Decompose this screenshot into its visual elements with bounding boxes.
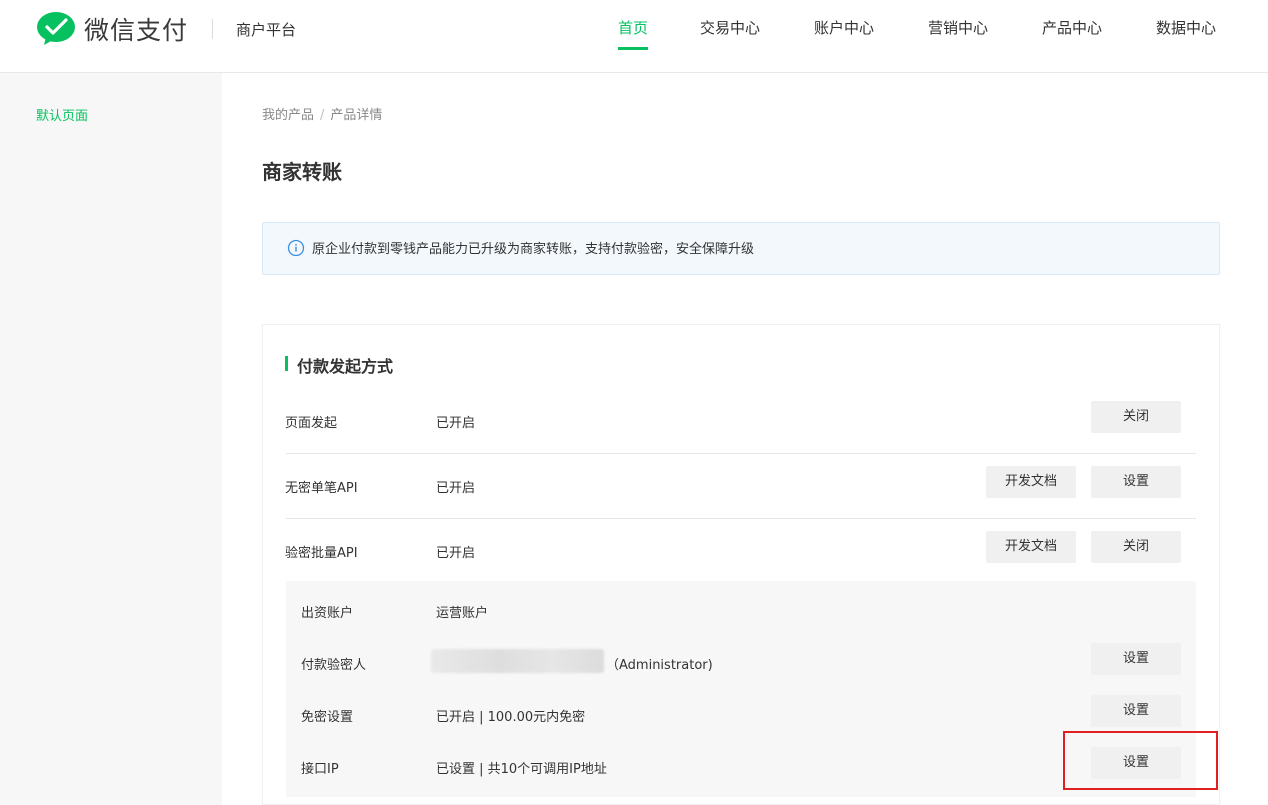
page-title: 商家转账 (262, 160, 342, 184)
row-value-page-initiate: 已开启 (436, 416, 476, 431)
section-title: 付款发起方式 (285, 353, 393, 377)
payment-verifier-settings-button[interactable]: 设置 (1091, 643, 1181, 675)
nopwd-single-api-docs-button[interactable]: 开发文档 (986, 466, 1076, 498)
row-divider (286, 518, 1196, 519)
sub-row-label-payment-verifier: 付款验密人 (301, 658, 367, 673)
nav-item-marketing-center[interactable]: 营销中心 (928, 17, 988, 38)
batch-api-detail-panel (286, 581, 1196, 797)
sidebar-item-default-page[interactable]: 默认页面 (36, 105, 88, 124)
sidebar: 默认页面 (0, 73, 222, 805)
breadcrumb: 我的产品 / 产品详情 (262, 104, 382, 123)
nopwd-single-api-settings-button[interactable]: 设置 (1091, 466, 1181, 498)
nav-item-data-center[interactable]: 数据中心 (1156, 17, 1216, 38)
nav-item-home[interactable]: 首页 (618, 17, 649, 50)
sub-row-label-funding-account: 出资账户 (301, 606, 354, 621)
row-label-page-initiate: 页面发起 (285, 416, 338, 431)
nav-item-product-center[interactable]: 产品中心 (1042, 17, 1102, 38)
breadcrumb-item-my-products[interactable]: 我的产品 (262, 108, 314, 123)
sub-row-label-api-ip: 接口IP (301, 762, 339, 777)
sub-row-value-payment-verifier: （Administrator) (606, 658, 713, 673)
sub-row-label-nopwd-settings: 免密设置 (301, 710, 354, 725)
row-label-verified-batch-api: 验密批量API (285, 546, 358, 561)
notice-text: 原企业付款到零钱产品能力已升级为商家转账，支持付款验密，安全保障升级 (312, 242, 755, 257)
nav-item-account-center[interactable]: 账户中心 (814, 17, 874, 38)
sub-row-value-api-ip: 已设置 | 共10个可调用IP地址 (436, 762, 607, 777)
row-divider (286, 453, 1196, 454)
row-value-nopwd-single-api: 已开启 (436, 481, 476, 496)
breadcrumb-separator: / (320, 108, 325, 123)
top-header: 微信支付 商户平台 首页 交易中心 账户中心 营销中心 产品中心 数据中心 (0, 0, 1268, 73)
row-value-verified-batch-api: 已开启 (436, 546, 476, 561)
highlight-annotation-box (1063, 731, 1218, 790)
row-label-nopwd-single-api: 无密单笔API (285, 481, 358, 496)
verified-batch-api-docs-button[interactable]: 开发文档 (986, 531, 1076, 563)
page-initiate-close-button[interactable]: 关闭 (1091, 401, 1181, 433)
sub-row-value-nopwd-settings: 已开启 | 100.00元内免密 (436, 710, 586, 725)
verified-batch-api-close-button[interactable]: 关闭 (1091, 531, 1181, 563)
info-notice: 原企业付款到零钱产品能力已升级为商家转账，支持付款验密，安全保障升级 (262, 222, 1220, 275)
sub-row-value-funding-account: 运营账户 (436, 606, 489, 621)
info-circle-icon (287, 239, 305, 261)
breadcrumb-item-product-detail: 产品详情 (330, 108, 383, 123)
nav-item-trade-center[interactable]: 交易中心 (700, 17, 760, 38)
main-nav: 首页 交易中心 账户中心 营销中心 产品中心 数据中心 (0, 17, 1268, 73)
redacted-verifier-name (431, 649, 604, 673)
nopwd-settings-button[interactable]: 设置 (1091, 695, 1181, 727)
